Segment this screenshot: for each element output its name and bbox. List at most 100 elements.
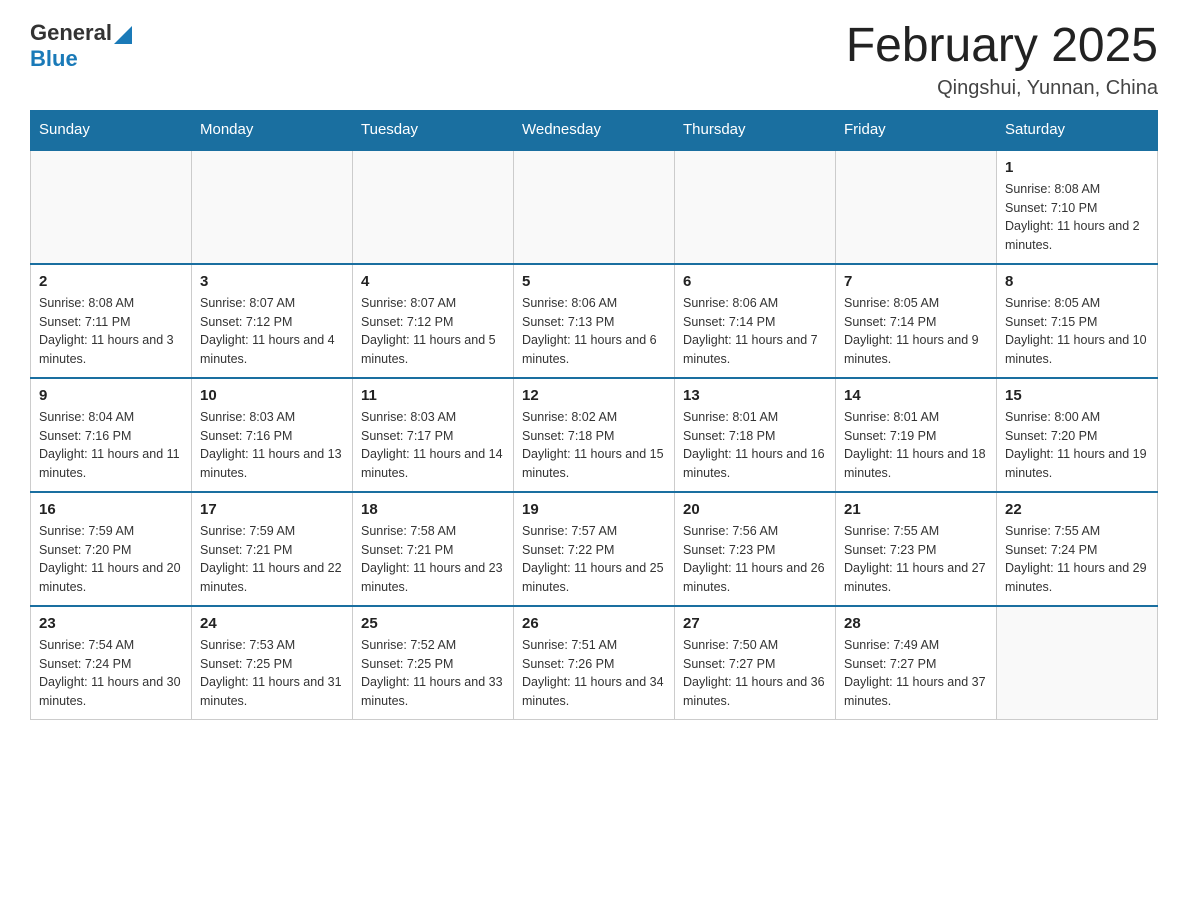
day-number: 17 [200,501,344,518]
day-number: 6 [683,273,827,290]
day-number: 22 [1005,501,1149,518]
day-cell: 11Sunrise: 8:03 AMSunset: 7:17 PMDayligh… [353,378,514,492]
day-info: Sunrise: 7:57 AMSunset: 7:22 PMDaylight:… [522,522,666,597]
day-cell: 15Sunrise: 8:00 AMSunset: 7:20 PMDayligh… [997,378,1158,492]
day-cell [836,149,997,264]
day-number: 25 [361,615,505,632]
day-cell: 5Sunrise: 8:06 AMSunset: 7:13 PMDaylight… [514,264,675,378]
day-cell [675,149,836,264]
week-row-2: 2 Sunrise: 8:08 AMSunset: 7:11 PMDaylight… [31,264,1158,378]
day-info: Sunrise: 8:01 AMSunset: 7:18 PMDaylight:… [683,408,827,483]
day-cell [192,149,353,264]
calendar-subtitle: Qingshui, Yunnan, China [846,77,1158,100]
col-thursday: Thursday [675,110,836,149]
day-info: Sunrise: 8:08 AMSunset: 7:10 PMDaylight:… [1005,180,1149,255]
col-monday: Monday [192,110,353,149]
day-info: Sunrise: 7:50 AMSunset: 7:27 PMDaylight:… [683,636,827,711]
week-row-5: 23 Sunrise: 7:54 AMSunset: 7:24 PMDayligh… [31,606,1158,720]
day-number: 13 [683,387,827,404]
week-row-3: 9Sunrise: 8:04 AMSunset: 7:16 PMDaylight… [31,378,1158,492]
day-info: Sunrise: 8:00 AMSunset: 7:20 PMDaylight:… [1005,408,1149,483]
day-info: Sunrise: 7:49 AMSunset: 7:27 PMDaylight:… [844,636,988,711]
day-cell: 6 Sunrise: 8:06 AMSunset: 7:14 PMDaylight… [675,264,836,378]
day-info: Sunrise: 7:52 AMSunset: 7:25 PMDaylight:… [361,636,505,711]
day-info: Sunrise: 8:05 AMSunset: 7:15 PMDaylight:… [1005,294,1149,369]
day-info: Sunrise: 8:07 AMSunset: 7:12 PMDaylight:… [361,294,505,369]
day-cell [997,606,1158,720]
logo-triangle-icon [114,26,132,44]
day-number: 14 [844,387,988,404]
day-cell: 2 Sunrise: 8:08 AMSunset: 7:11 PMDaylight… [31,264,192,378]
day-cell: 7 Sunrise: 8:05 AMSunset: 7:14 PMDaylight… [836,264,997,378]
day-cell: 8 Sunrise: 8:05 AMSunset: 7:15 PMDaylight… [997,264,1158,378]
day-number: 1 [1005,159,1149,176]
day-number: 8 [1005,273,1149,290]
day-cell: 9Sunrise: 8:04 AMSunset: 7:16 PMDaylight… [31,378,192,492]
day-cell [31,149,192,264]
day-cell: 13 Sunrise: 8:01 AMSunset: 7:18 PMDayligh… [675,378,836,492]
day-cell: 19 Sunrise: 7:57 AMSunset: 7:22 PMDayligh… [514,492,675,606]
day-number: 26 [522,615,666,632]
day-info: Sunrise: 8:08 AMSunset: 7:11 PMDaylight:… [39,294,183,369]
day-number: 21 [844,501,988,518]
day-cell: 25 Sunrise: 7:52 AMSunset: 7:25 PMDayligh… [353,606,514,720]
day-cell: 12Sunrise: 8:02 AMSunset: 7:18 PMDayligh… [514,378,675,492]
day-cell: 26 Sunrise: 7:51 AMSunset: 7:26 PMDayligh… [514,606,675,720]
page-header: General Blue February 2025 Qingshui, Yun… [30,20,1158,100]
day-cell [514,149,675,264]
day-cell: 22 Sunrise: 7:55 AMSunset: 7:24 PMDayligh… [997,492,1158,606]
calendar-header: Sunday Monday Tuesday Wednesday Thursday… [31,110,1158,149]
day-number: 28 [844,615,988,632]
day-info: Sunrise: 8:04 AMSunset: 7:16 PMDaylight:… [39,408,183,483]
day-info: Sunrise: 8:02 AMSunset: 7:18 PMDaylight:… [522,408,666,483]
day-info: Sunrise: 8:03 AMSunset: 7:17 PMDaylight:… [361,408,505,483]
logo-general-text: General [30,20,112,46]
day-info: Sunrise: 7:55 AMSunset: 7:24 PMDaylight:… [1005,522,1149,597]
day-cell: 18 Sunrise: 7:58 AMSunset: 7:21 PMDayligh… [353,492,514,606]
day-info: Sunrise: 8:06 AMSunset: 7:13 PMDaylight:… [522,294,666,369]
day-cell: 16 Sunrise: 7:59 AMSunset: 7:20 PMDayligh… [31,492,192,606]
day-info: Sunrise: 8:01 AMSunset: 7:19 PMDaylight:… [844,408,988,483]
col-friday: Friday [836,110,997,149]
day-info: Sunrise: 8:05 AMSunset: 7:14 PMDaylight:… [844,294,988,369]
calendar-table: Sunday Monday Tuesday Wednesday Thursday… [30,110,1158,720]
day-info: Sunrise: 7:56 AMSunset: 7:23 PMDaylight:… [683,522,827,597]
day-number: 20 [683,501,827,518]
day-info: Sunrise: 7:59 AMSunset: 7:21 PMDaylight:… [200,522,344,597]
day-number: 3 [200,273,344,290]
day-info: Sunrise: 7:51 AMSunset: 7:26 PMDaylight:… [522,636,666,711]
calendar-body: 1 Sunrise: 8:08 AMSunset: 7:10 PMDaylight… [31,149,1158,719]
day-cell: 24 Sunrise: 7:53 AMSunset: 7:25 PMDayligh… [192,606,353,720]
day-cell [353,149,514,264]
day-number: 7 [844,273,988,290]
day-number: 23 [39,615,183,632]
day-cell: 4 Sunrise: 8:07 AMSunset: 7:12 PMDaylight… [353,264,514,378]
day-cell: 20 Sunrise: 7:56 AMSunset: 7:23 PMDayligh… [675,492,836,606]
day-info: Sunrise: 7:53 AMSunset: 7:25 PMDaylight:… [200,636,344,711]
col-sunday: Sunday [31,110,192,149]
logo: General Blue [30,20,132,72]
logo-blue-text: Blue [30,46,132,72]
day-number: 2 [39,273,183,290]
col-tuesday: Tuesday [353,110,514,149]
day-cell: 14 Sunrise: 8:01 AMSunset: 7:19 PMDayligh… [836,378,997,492]
day-cell: 17 Sunrise: 7:59 AMSunset: 7:21 PMDayligh… [192,492,353,606]
day-number: 18 [361,501,505,518]
day-info: Sunrise: 7:54 AMSunset: 7:24 PMDaylight:… [39,636,183,711]
header-row: Sunday Monday Tuesday Wednesday Thursday… [31,110,1158,149]
day-number: 27 [683,615,827,632]
week-row-4: 16 Sunrise: 7:59 AMSunset: 7:20 PMDayligh… [31,492,1158,606]
day-info: Sunrise: 8:07 AMSunset: 7:12 PMDaylight:… [200,294,344,369]
day-cell: 23 Sunrise: 7:54 AMSunset: 7:24 PMDayligh… [31,606,192,720]
day-number: 16 [39,501,183,518]
day-info: Sunrise: 8:03 AMSunset: 7:16 PMDaylight:… [200,408,344,483]
week-row-1: 1 Sunrise: 8:08 AMSunset: 7:10 PMDaylight… [31,149,1158,264]
title-area: February 2025 Qingshui, Yunnan, China [846,20,1158,100]
day-number: 4 [361,273,505,290]
day-number: 24 [200,615,344,632]
day-info: Sunrise: 7:58 AMSunset: 7:21 PMDaylight:… [361,522,505,597]
day-number: 10 [200,387,344,404]
day-info: Sunrise: 7:59 AMSunset: 7:20 PMDaylight:… [39,522,183,597]
day-info: Sunrise: 8:06 AMSunset: 7:14 PMDaylight:… [683,294,827,369]
day-number: 19 [522,501,666,518]
